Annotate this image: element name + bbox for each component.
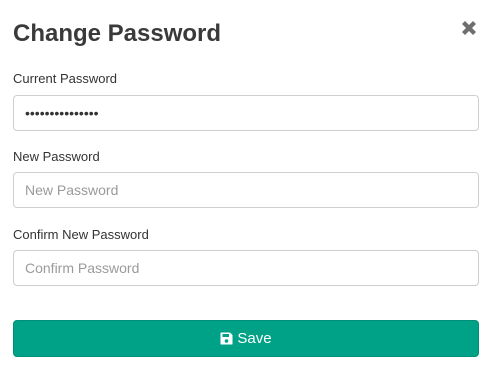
change-password-modal: Change Password Current Password New Pas…: [0, 0, 493, 372]
save-button[interactable]: Save: [13, 320, 479, 357]
new-password-label: New Password: [13, 149, 100, 164]
save-button-label: Save: [237, 330, 272, 347]
modal-title: Change Password: [13, 20, 222, 47]
new-password-field[interactable]: [13, 172, 479, 208]
current-password-field[interactable]: [13, 95, 479, 131]
confirm-password-label: Confirm New Password: [13, 227, 149, 242]
current-password-label: Current Password: [13, 71, 118, 86]
close-icon[interactable]: [458, 17, 480, 39]
floppy-disk-icon: [220, 332, 233, 345]
confirm-password-field[interactable]: [13, 250, 479, 286]
